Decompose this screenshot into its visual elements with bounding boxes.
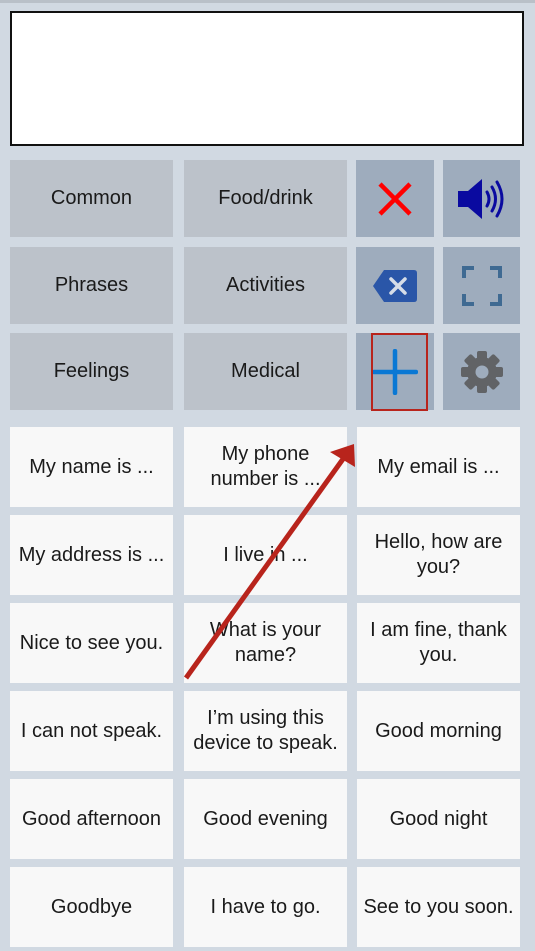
- category-medical[interactable]: Medical: [184, 333, 347, 410]
- phrase-button[interactable]: My phone number is ...: [184, 427, 347, 507]
- settings-button[interactable]: [443, 333, 520, 410]
- phrase-button[interactable]: Good afternoon: [10, 779, 173, 859]
- clear-button[interactable]: [356, 160, 434, 237]
- category-label: Medical: [231, 360, 300, 382]
- phrase-label: Good morning: [375, 719, 502, 742]
- phrase-label: My email is ...: [377, 455, 500, 478]
- phrase-label: What is your name?: [209, 619, 322, 666]
- category-food-drink[interactable]: Food/drink: [184, 160, 347, 237]
- phrase-label: Good evening: [203, 807, 328, 830]
- category-common[interactable]: Common: [10, 160, 173, 237]
- phrase-button[interactable]: I live in ...: [184, 515, 347, 595]
- status-bar-edge: [0, 0, 535, 3]
- phrase-button[interactable]: See to you soon.: [357, 867, 520, 947]
- phrase-button[interactable]: Good morning: [357, 691, 520, 771]
- category-label: Feelings: [53, 360, 130, 382]
- close-icon: [378, 181, 412, 216]
- phrase-label: I am fine, thank you.: [370, 619, 507, 666]
- phrase-button[interactable]: My name is ...: [10, 427, 173, 507]
- backspace-button[interactable]: [356, 247, 434, 324]
- category-phrases[interactable]: Phrases: [10, 247, 173, 324]
- phrase-button[interactable]: I am fine, thank you.: [357, 603, 520, 683]
- phrase-label: I have to go.: [210, 895, 321, 918]
- category-feelings[interactable]: Feelings: [10, 333, 173, 410]
- backspace-icon: [373, 269, 417, 302]
- add-button[interactable]: [356, 333, 434, 410]
- phrase-button[interactable]: Goodbye: [10, 867, 173, 947]
- phrase-label: My phone number is ...: [210, 443, 321, 490]
- fullscreen-icon: [461, 265, 502, 306]
- phrase-label: Hello, how are you?: [374, 531, 503, 578]
- phrase-button[interactable]: I can not speak.: [10, 691, 173, 771]
- category-activities[interactable]: Activities: [184, 247, 347, 324]
- phrase-label: I can not speak.: [20, 719, 163, 742]
- phrase-button[interactable]: Good night: [357, 779, 520, 859]
- phrase-label: I’m using this device to speak.: [193, 707, 338, 754]
- plus-icon: [372, 348, 418, 395]
- phrase-button[interactable]: My address is ...: [10, 515, 173, 595]
- speaker-icon: [457, 178, 503, 219]
- phrase-button[interactable]: My email is ...: [357, 427, 520, 507]
- phrase-button[interactable]: I’m using this device to speak.: [184, 691, 347, 771]
- category-label: Common: [50, 187, 133, 209]
- category-label: Food/drink: [218, 187, 313, 209]
- message-display[interactable]: [10, 11, 524, 146]
- phrase-label: Goodbye: [50, 895, 133, 918]
- phrase-label: I live in ...: [223, 543, 308, 566]
- phrase-button[interactable]: Nice to see you.: [10, 603, 173, 683]
- phrase-label: See to you soon.: [363, 895, 514, 918]
- gear-icon: [460, 350, 503, 393]
- speak-button[interactable]: [443, 160, 520, 237]
- phrase-button[interactable]: Good evening: [184, 779, 347, 859]
- phrase-label: My name is ...: [29, 455, 154, 478]
- fullscreen-button[interactable]: [443, 247, 520, 324]
- phrase-button[interactable]: What is your name?: [184, 603, 347, 683]
- phrase-label: My address is ...: [18, 543, 165, 566]
- category-label: Phrases: [54, 274, 129, 296]
- category-label: Activities: [226, 274, 305, 296]
- phrase-label: Good afternoon: [22, 807, 161, 830]
- phrase-label: Nice to see you.: [19, 631, 164, 654]
- phrase-label: Good night: [389, 807, 488, 830]
- phrase-button[interactable]: Hello, how are you?: [357, 515, 520, 595]
- phrase-button[interactable]: I have to go.: [184, 867, 347, 947]
